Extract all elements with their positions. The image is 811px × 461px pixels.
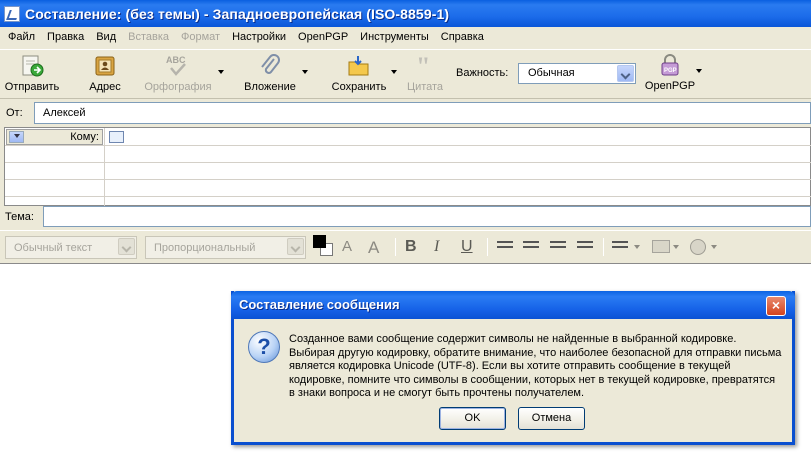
- menu-insert[interactable]: Вставка: [122, 31, 175, 43]
- chevron-down-icon[interactable]: [287, 238, 304, 255]
- dialog-titlebar[interactable]: Составление сообщения: [231, 291, 795, 319]
- dialog-message: Созданное вами сообщение содержит символ…: [289, 333, 782, 400]
- chevron-down-icon[interactable]: [118, 238, 135, 255]
- importance-label: Важность:: [456, 67, 509, 79]
- address-book-icon: [92, 53, 118, 79]
- save-dropdown-icon[interactable]: [391, 70, 397, 74]
- ok-label: OK: [464, 412, 481, 424]
- openpgp-label: OpenPGP: [644, 80, 696, 92]
- recipient-row-divider: [5, 196, 811, 197]
- bullet-list-icon[interactable]: [497, 241, 513, 253]
- question-icon: ?: [248, 331, 280, 363]
- recipient-type-select[interactable]: Кому:: [6, 129, 103, 145]
- decrease-font-size-icon[interactable]: A: [342, 238, 352, 255]
- menu-help[interactable]: Справка: [435, 31, 490, 43]
- recipient-row-divider: [5, 145, 811, 146]
- from-value: Алексей: [43, 107, 86, 119]
- numbered-list-icon[interactable]: [523, 241, 539, 253]
- quote-icon: ": [412, 52, 438, 81]
- font-select[interactable]: Пропорциональный: [145, 236, 306, 259]
- save-button[interactable]: Сохранить: [328, 51, 390, 97]
- cancel-button[interactable]: Отмена: [518, 407, 585, 430]
- italic-icon[interactable]: I: [434, 238, 439, 256]
- text-color-picker[interactable]: [313, 235, 335, 259]
- recipients-list[interactable]: Кому:: [4, 127, 811, 207]
- menu-edit[interactable]: Правка: [41, 31, 90, 43]
- svg-text:": ": [416, 53, 430, 79]
- folder-save-icon: [346, 53, 372, 79]
- spelling-button[interactable]: ABC Орфография: [142, 51, 214, 97]
- insert-image-icon[interactable]: [652, 240, 670, 253]
- send-icon: [19, 53, 45, 79]
- font-value: Пропорциональный: [154, 242, 256, 254]
- window-titlebar[interactable]: Составление: (без темы) - Западноевропей…: [0, 0, 811, 27]
- send-button[interactable]: Отправить: [2, 51, 62, 97]
- paperclip-icon: [257, 53, 283, 79]
- chevron-down-icon[interactable]: [9, 131, 24, 143]
- spelling-label: Орфография: [144, 81, 212, 93]
- recipient-row-divider: [5, 179, 811, 180]
- address-label: Адрес: [89, 81, 121, 93]
- compose-app-icon: [4, 5, 20, 22]
- indent-icon[interactable]: [577, 241, 593, 253]
- spelling-dropdown-icon[interactable]: [218, 70, 224, 74]
- bold-icon[interactable]: B: [405, 238, 417, 256]
- smiley-icon[interactable]: [690, 239, 706, 255]
- menu-file[interactable]: Файл: [2, 31, 41, 43]
- svg-text:ABC: ABC: [166, 55, 186, 65]
- attach-button[interactable]: Вложение: [240, 51, 300, 97]
- importance-value: Обычная: [528, 67, 575, 79]
- openpgp-button[interactable]: PGP OpenPGP: [642, 50, 698, 96]
- from-field[interactable]: Алексей: [34, 102, 811, 124]
- menu-settings[interactable]: Настройки: [226, 31, 292, 43]
- save-label: Сохранить: [331, 81, 387, 93]
- importance-select[interactable]: Обычная: [518, 63, 636, 84]
- toolbar-separator: [603, 238, 604, 256]
- subject-label: Тема:: [5, 211, 34, 223]
- underline-icon[interactable]: U: [461, 238, 473, 256]
- menu-bar: Файл Правка Вид Вставка Формат Настройки…: [0, 27, 811, 47]
- from-label: От:: [6, 107, 23, 119]
- format-toolbar: Обычный текст Пропорциональный A A B I U: [0, 230, 811, 262]
- toolbar-separator: [395, 238, 396, 256]
- smiley-dropdown-icon[interactable]: [711, 245, 717, 249]
- address-button[interactable]: Адрес: [84, 51, 126, 97]
- insert-dropdown-icon[interactable]: [673, 245, 679, 249]
- menu-view[interactable]: Вид: [90, 31, 122, 43]
- menu-openpgp[interactable]: OpenPGP: [292, 31, 354, 43]
- openpgp-dropdown-icon[interactable]: [696, 69, 702, 73]
- dialog-title: Составление сообщения: [239, 297, 400, 312]
- lock-icon: PGP: [657, 52, 683, 78]
- attach-label: Вложение: [244, 81, 296, 93]
- recipient-row-divider: [5, 162, 811, 163]
- toolbar-separator: [487, 238, 488, 256]
- send-label: Отправить: [4, 81, 60, 93]
- window-title: Составление: (без темы) - Западноевропей…: [25, 5, 450, 22]
- menu-tools[interactable]: Инструменты: [354, 31, 435, 43]
- chevron-down-icon[interactable]: [617, 65, 634, 82]
- recipient-type-label: Кому:: [70, 131, 99, 143]
- close-icon[interactable]: ×: [766, 296, 786, 316]
- outdent-icon[interactable]: [550, 241, 566, 253]
- menu-format[interactable]: Формат: [175, 31, 226, 43]
- attach-dropdown-icon[interactable]: [302, 70, 308, 74]
- quote-button[interactable]: " Цитата: [402, 51, 448, 97]
- ok-button[interactable]: OK: [439, 407, 506, 430]
- foreground-color-swatch[interactable]: [313, 235, 326, 248]
- increase-font-size-icon[interactable]: A: [368, 238, 379, 258]
- spellcheck-icon: ABC: [165, 53, 191, 79]
- subject-field[interactable]: [43, 206, 811, 227]
- quote-label: Цитата: [406, 81, 444, 93]
- paragraph-style-select[interactable]: Обычный текст: [5, 236, 137, 259]
- paragraph-style-value: Обычный текст: [14, 242, 93, 254]
- charset-warning-dialog: Составление сообщения × ? Созданное вами…: [231, 291, 795, 445]
- svg-text:PGP: PGP: [664, 68, 677, 74]
- cancel-label: Отмена: [531, 412, 572, 424]
- address-card-icon: [109, 131, 124, 143]
- align-icon[interactable]: [612, 241, 628, 253]
- align-dropdown-icon[interactable]: [634, 245, 640, 249]
